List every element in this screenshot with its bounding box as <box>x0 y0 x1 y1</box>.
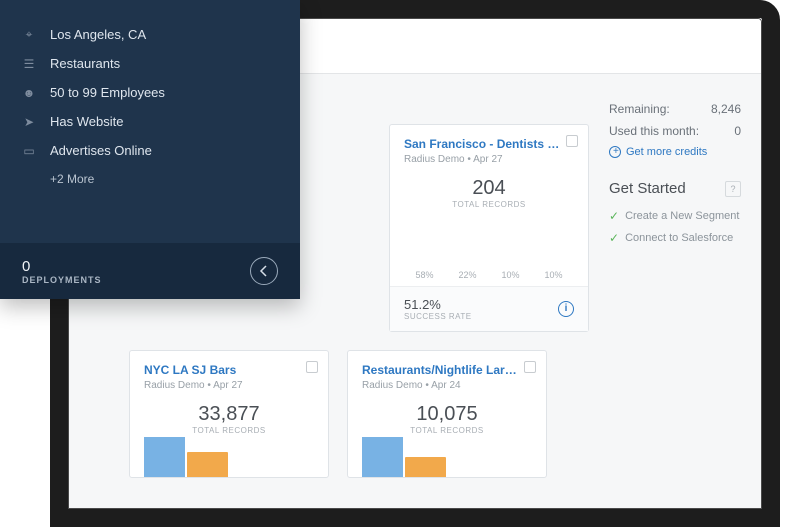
filter-item-category[interactable]: ☰ Restaurants <box>22 49 278 78</box>
help-icon[interactable]: ? <box>725 181 741 197</box>
panel-footer: 0 DEPLOYMENTS <box>0 243 300 299</box>
segment-card[interactable]: Restaurants/Nightlife Large Cities Radiu… <box>347 350 547 478</box>
card-chart <box>348 437 546 477</box>
onboarding-item[interactable]: ✓ Create a New Segment <box>609 209 741 223</box>
card-subtitle: Radius Demo • Apr 27 <box>404 154 560 165</box>
cursor-icon: ➤ <box>22 115 36 129</box>
card-chart: 58% 22% 10% 10% <box>390 211 588 286</box>
filter-more-link[interactable]: +2 More <box>22 165 278 193</box>
card-title[interactable]: Restaurants/Nightlife Large Cities <box>362 363 518 377</box>
filter-item-advertises[interactable]: ▭ Advertises Online <box>22 136 278 165</box>
credits-remaining: Remaining: 8,246 <box>609 102 741 116</box>
filter-item-location[interactable]: ⌖ Los Angeles, CA <box>22 20 278 49</box>
card-subtitle: Radius Demo • Apr 27 <box>144 380 300 391</box>
people-icon: ☻ <box>22 86 36 100</box>
card-chart <box>130 437 328 477</box>
card-total: 204 TOTAL RECORDS <box>390 171 588 211</box>
credits-used: Used this month: 0 <box>609 124 741 138</box>
briefcase-icon: ☰ <box>22 57 36 71</box>
get-more-credits-link[interactable]: + Get more credits <box>609 146 741 158</box>
card-title[interactable]: San Francisco - Dentists -4/5 Star... <box>404 137 560 151</box>
plus-circle-icon: + <box>609 146 621 158</box>
card-subtitle: Radius Demo • Apr 24 <box>362 380 518 391</box>
filter-list: ⌖ Los Angeles, CA ☰ Restaurants ☻ 50 to … <box>0 0 300 209</box>
card-checkbox[interactable] <box>306 361 318 373</box>
card-total: 33,877 TOTAL RECORDS <box>130 397 328 437</box>
side-panel: Remaining: 8,246 Used this month: 0 + Ge… <box>609 94 741 478</box>
filter-item-website[interactable]: ➤ Has Website <box>22 107 278 136</box>
get-started-title: Get Started ? <box>609 180 741 197</box>
card-checkbox[interactable] <box>524 361 536 373</box>
pin-icon: ⌖ <box>22 27 36 42</box>
check-icon: ✓ <box>609 231 619 245</box>
chevron-left-icon <box>259 265 269 277</box>
segment-card[interactable]: San Francisco - Dentists -4/5 Star... Ra… <box>389 124 589 332</box>
deployments-count: 0 DEPLOYMENTS <box>22 258 102 285</box>
card-title[interactable]: NYC LA SJ Bars <box>144 363 300 377</box>
card-total: 10,075 TOTAL RECORDS <box>348 397 546 437</box>
laptop-icon: ▭ <box>22 144 36 158</box>
back-button[interactable] <box>250 257 278 285</box>
onboarding-item[interactable]: ✓ Connect to Salesforce <box>609 231 741 245</box>
segment-card[interactable]: NYC LA SJ Bars Radius Demo • Apr 27 33,8… <box>129 350 329 478</box>
filter-item-employees[interactable]: ☻ 50 to 99 Employees <box>22 78 278 107</box>
card-footer: 51.2% SUCCESS RATE i <box>390 286 588 331</box>
card-checkbox[interactable] <box>566 135 578 147</box>
info-icon[interactable]: i <box>558 301 574 317</box>
check-icon: ✓ <box>609 209 619 223</box>
filter-panel: ⌖ Los Angeles, CA ☰ Restaurants ☻ 50 to … <box>0 0 300 299</box>
